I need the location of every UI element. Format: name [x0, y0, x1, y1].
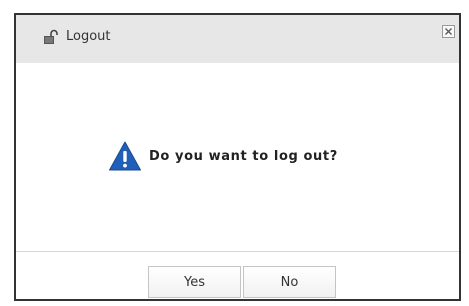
- close-button[interactable]: [442, 25, 455, 38]
- dialog-body: Do you want to log out?: [16, 63, 459, 251]
- no-button[interactable]: No: [243, 266, 336, 298]
- confirm-message: Do you want to log out?: [149, 148, 338, 164]
- dialog-footer: Yes No: [16, 252, 459, 299]
- dialog-titlebar: Logout: [16, 15, 459, 63]
- close-icon: [445, 28, 452, 35]
- dialog-title: Logout: [66, 29, 111, 44]
- logout-dialog: Logout Do you want to log out? Yes No: [14, 13, 461, 301]
- warning-icon: [108, 140, 142, 172]
- message-row: Do you want to log out?: [108, 140, 338, 172]
- yes-button[interactable]: Yes: [148, 266, 241, 298]
- unlock-icon: [43, 29, 59, 45]
